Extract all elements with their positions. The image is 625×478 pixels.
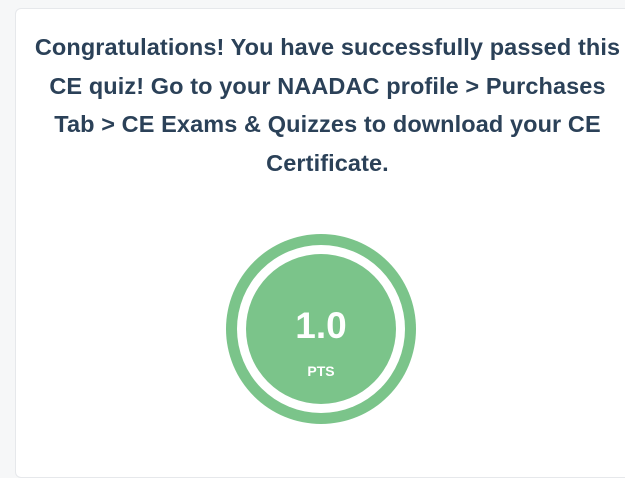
points-badge-inner: 1.0 PTS [246,254,396,404]
points-unit-label: PTS [307,363,335,379]
success-message: Congratulations! You have successfully p… [34,34,621,176]
points-badge: 1.0 PTS [226,234,416,424]
points-value: 1.0 [295,305,347,346]
points-badge-ring: 1.0 PTS [237,245,405,413]
